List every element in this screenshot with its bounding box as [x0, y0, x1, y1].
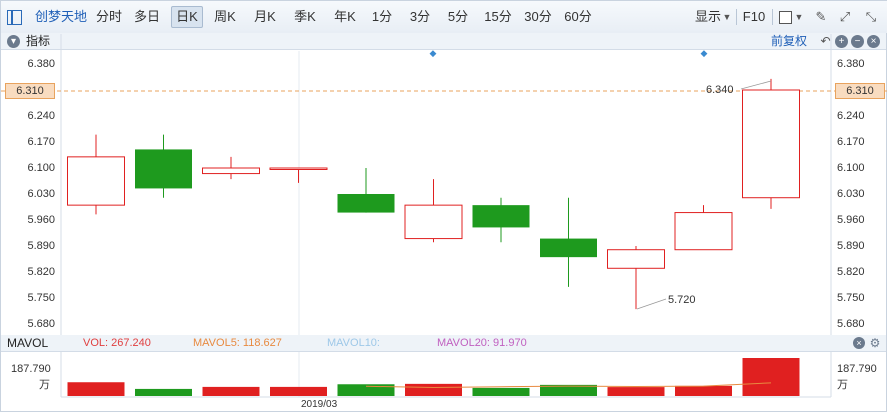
restore-icon[interactable]: ⤡	[863, 6, 879, 28]
display-menu[interactable]: 显示	[693, 6, 723, 28]
mavol5-value: MAVOL5: 118.627	[193, 337, 282, 349]
candle-body	[404, 204, 463, 240]
stock-name[interactable]: 创梦天地	[33, 6, 89, 28]
candle-body	[67, 156, 125, 206]
plus-icon[interactable]: +	[835, 35, 848, 48]
candle-body	[135, 149, 192, 189]
close-icon[interactable]: ×	[853, 337, 865, 349]
volume-bar	[540, 384, 597, 396]
price-tick-right: 5.820	[837, 266, 865, 278]
volume-bar	[675, 385, 732, 396]
volume-bar	[67, 382, 125, 396]
stock-chart-window: 创梦天地 分时 多日 日K 周K 月K 季K 年K 1分 3分 5分 15分 3…	[0, 0, 887, 412]
price-tick-left: 6.030	[27, 188, 55, 200]
current-price-tag-left: 6.310	[5, 83, 55, 99]
period-yearly-k[interactable]: 年K	[329, 6, 361, 28]
candle-body	[472, 205, 530, 228]
volume-bar	[135, 388, 192, 396]
period-3min[interactable]: 3分	[405, 6, 435, 28]
mavol10-value: MAVOL10:	[327, 337, 380, 349]
volume-bar	[742, 358, 800, 396]
period-5min[interactable]: 5分	[443, 6, 473, 28]
volume-indicator-bar: MAVOL VOL: 267.240 MAVOL5: 118.627 MAVOL…	[1, 335, 886, 352]
price-tick-left: 5.960	[27, 214, 55, 226]
high-annotation: 6.340	[706, 84, 734, 96]
period-toolbar: 创梦天地 分时 多日 日K 周K 月K 季K 年K 1分 3分 5分 15分 3…	[1, 1, 887, 34]
adjust-mode-button[interactable]: 前复权	[771, 34, 807, 49]
candle-body	[540, 238, 597, 258]
sidebar-toggle-icon[interactable]	[7, 10, 22, 25]
price-tick-right: 5.750	[837, 292, 865, 304]
candle-body	[202, 167, 260, 175]
price-tick-left: 6.170	[27, 136, 55, 148]
period-intraday[interactable]: 分时	[93, 6, 125, 28]
volume-bar	[337, 384, 395, 396]
period-30min[interactable]: 30分	[521, 6, 555, 28]
candle-body	[674, 212, 733, 251]
volume-max-right: 187.790	[837, 363, 877, 375]
price-tick-right: 6.240	[837, 110, 865, 122]
price-tick-right: 6.100	[837, 162, 865, 174]
chevron-down-icon[interactable]: ▼	[722, 6, 732, 28]
mavol-label[interactable]: MAVOL	[7, 336, 48, 351]
price-tick-left: 6.100	[27, 162, 55, 174]
period-1min[interactable]: 1分	[367, 6, 397, 28]
price-tick-right: 6.030	[837, 188, 865, 200]
back-icon[interactable]: ↶	[819, 35, 832, 48]
volume-unit-left: 万	[39, 379, 50, 391]
minus-icon[interactable]: −	[851, 35, 864, 48]
current-price-tag-right: 6.310	[835, 83, 885, 99]
candle-body	[337, 194, 395, 213]
square-icon[interactable]	[779, 11, 792, 24]
pencil-icon[interactable]: ✎	[813, 6, 829, 28]
period-multiday[interactable]: 多日	[131, 6, 163, 28]
volume-bar	[472, 387, 530, 396]
volume-unit-right: 万	[837, 379, 848, 391]
f10-button[interactable]: F10	[741, 6, 767, 28]
volume-bar	[405, 383, 462, 396]
price-tick-left: 5.820	[27, 266, 55, 278]
toolbar-divider	[736, 9, 737, 25]
price-tick-left: 5.750	[27, 292, 55, 304]
period-daily-k[interactable]: 日K	[171, 6, 203, 28]
price-tick-right: 5.680	[837, 318, 865, 330]
close-icon[interactable]: ×	[867, 35, 880, 48]
indicator-label[interactable]: 指标	[26, 34, 50, 49]
date-axis-label: 2019/03	[301, 399, 338, 410]
mavol20-value: MAVOL20: 91.970	[437, 337, 527, 349]
gear-icon[interactable]: ⚙	[869, 337, 881, 349]
indicator-bar: ▾ 指标 前复权 ↶ + − ×	[1, 33, 886, 50]
candle-body	[269, 167, 328, 170]
chevron-down-icon[interactable]: ▼	[794, 6, 804, 28]
price-tick-right: 6.380	[837, 58, 865, 70]
toolbar-divider	[772, 9, 773, 25]
vol-value: VOL: 267.240	[83, 337, 151, 349]
period-weekly-k[interactable]: 周K	[209, 6, 241, 28]
period-15min[interactable]: 15分	[481, 6, 515, 28]
candle-body	[742, 89, 800, 199]
candle-body	[607, 249, 665, 269]
volume-bar	[607, 387, 665, 396]
volume-bar	[270, 386, 327, 396]
expand-icon[interactable]: ⤢	[837, 6, 853, 28]
mavol5-line	[365, 382, 772, 389]
price-tick-left: 6.380	[27, 58, 55, 70]
collapse-icon[interactable]: ▾	[7, 35, 20, 48]
period-60min[interactable]: 60分	[561, 6, 595, 28]
price-tick-left: 6.240	[27, 110, 55, 122]
price-tick-right: 6.170	[837, 136, 865, 148]
period-quarterly-k[interactable]: 季K	[289, 6, 321, 28]
price-tick-left: 5.890	[27, 240, 55, 252]
price-tick-left: 5.680	[27, 318, 55, 330]
price-tick-right: 5.960	[837, 214, 865, 226]
volume-max-left: 187.790	[11, 363, 51, 375]
volume-bar	[202, 386, 260, 396]
price-tick-right: 5.890	[837, 240, 865, 252]
period-monthly-k[interactable]: 月K	[249, 6, 281, 28]
low-annotation: 5.720	[668, 294, 696, 306]
